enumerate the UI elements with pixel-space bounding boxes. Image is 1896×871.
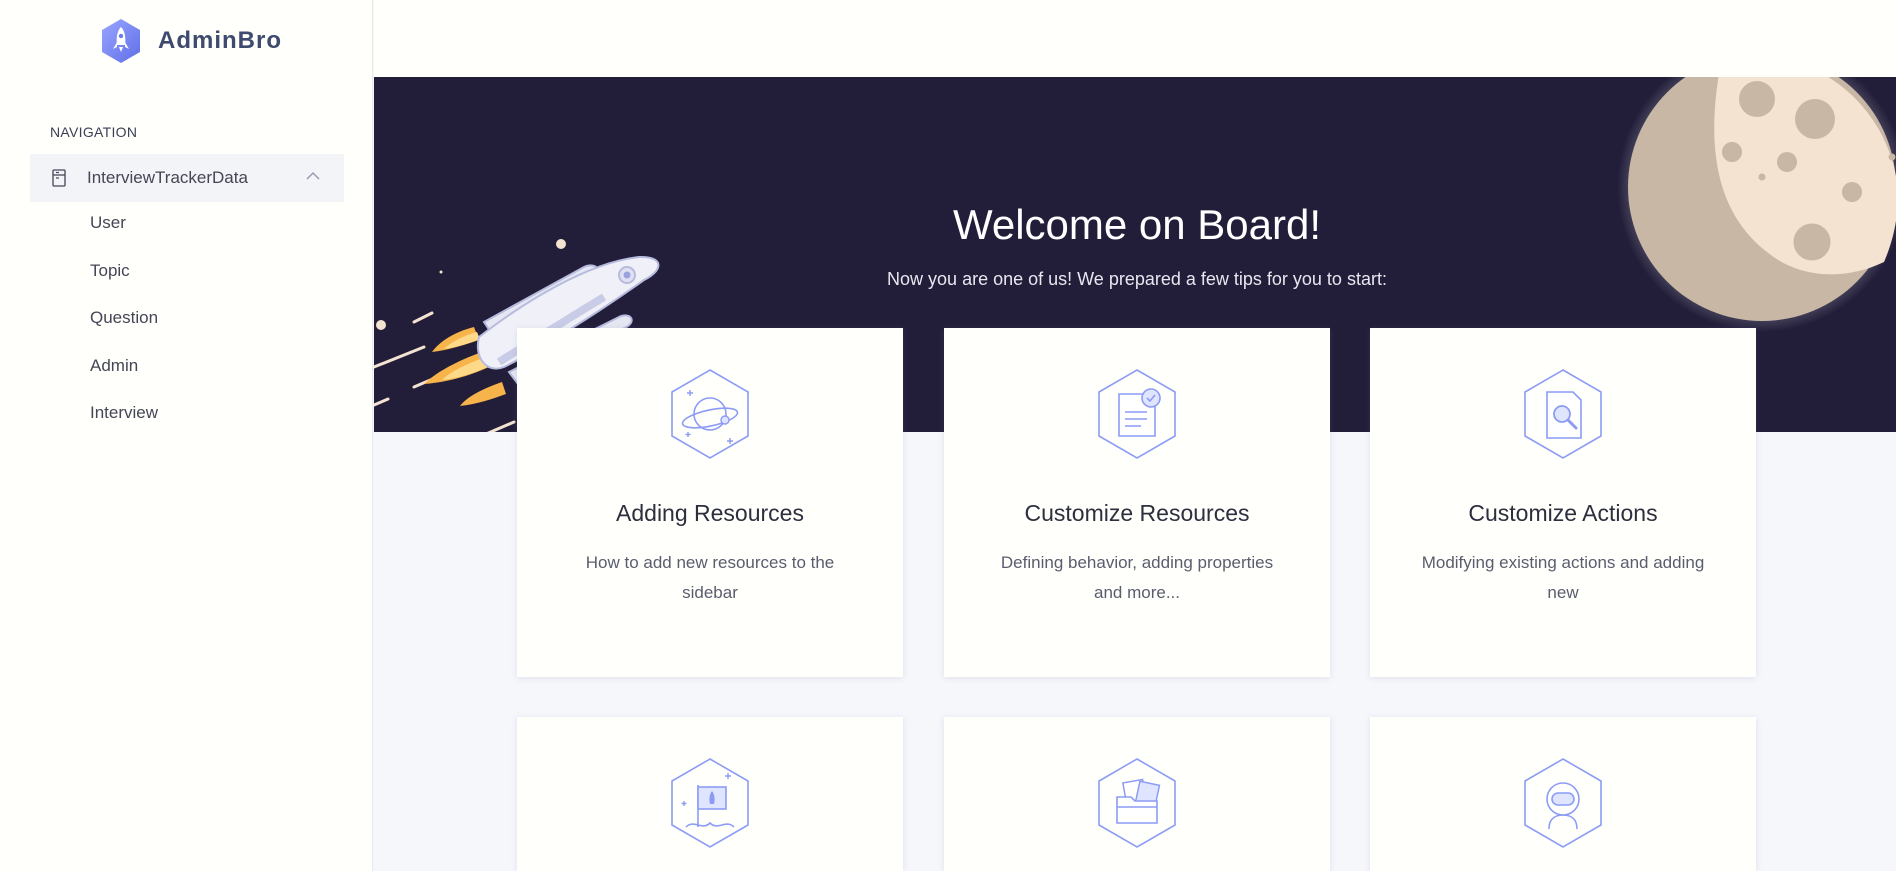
folder-icon: [1098, 758, 1176, 848]
sidebar-item-user[interactable]: User: [90, 213, 126, 233]
sidebar-item-topic[interactable]: Topic: [90, 261, 130, 281]
page-title: Welcome on Board!: [952, 201, 1322, 249]
chevron-up-icon[interactable]: [306, 171, 320, 180]
rocket-logo-icon: [102, 19, 140, 63]
card-6[interactable]: [1370, 717, 1756, 871]
card-5[interactable]: [944, 717, 1330, 871]
card-description: Defining behavior, adding properties and…: [1000, 553, 1274, 602]
card-description: Modifying existing actions and adding ne…: [1421, 553, 1705, 602]
app-name: AdminBro: [158, 27, 282, 54]
database-icon: [52, 169, 66, 187]
card-title: Customize Actions: [1468, 500, 1658, 526]
sidebar-group-interviewtrackerdata[interactable]: InterviewTrackerData: [30, 154, 344, 202]
astronaut-icon: [1524, 758, 1602, 848]
card-title: Customize Resources: [1024, 500, 1250, 526]
planet-icon: [671, 369, 749, 459]
card-description: How to add new resources to the sidebar: [585, 553, 835, 602]
sidebar: AdminBro NAVIGATION InterviewTrackerData…: [0, 0, 373, 871]
document-check-icon: [1098, 369, 1176, 459]
sidebar-group-label: InterviewTrackerData: [87, 168, 248, 187]
flag-icon: [671, 758, 749, 848]
card-title: Adding Resources: [616, 500, 804, 526]
app-logo[interactable]: AdminBro: [98, 18, 282, 64]
sidebar-item-admin[interactable]: Admin: [90, 356, 138, 376]
sidebar-item-question[interactable]: Question: [90, 308, 158, 328]
card-customize-resources[interactable]: Customize Resources Defining behavior, a…: [944, 328, 1330, 677]
magnifier-doc-icon: [1524, 369, 1602, 459]
card-adding-resources[interactable]: Adding Resources How to add new resource…: [517, 328, 903, 677]
card-4[interactable]: [517, 717, 903, 871]
hero-subtitle: Now you are one of us! We prepared a few…: [887, 269, 1387, 289]
sidebar-item-interview[interactable]: Interview: [90, 403, 158, 423]
top-bar: [374, 0, 1896, 78]
card-customize-actions[interactable]: Customize Actions Modifying existing act…: [1370, 328, 1756, 677]
navigation-heading: NAVIGATION: [50, 124, 138, 140]
